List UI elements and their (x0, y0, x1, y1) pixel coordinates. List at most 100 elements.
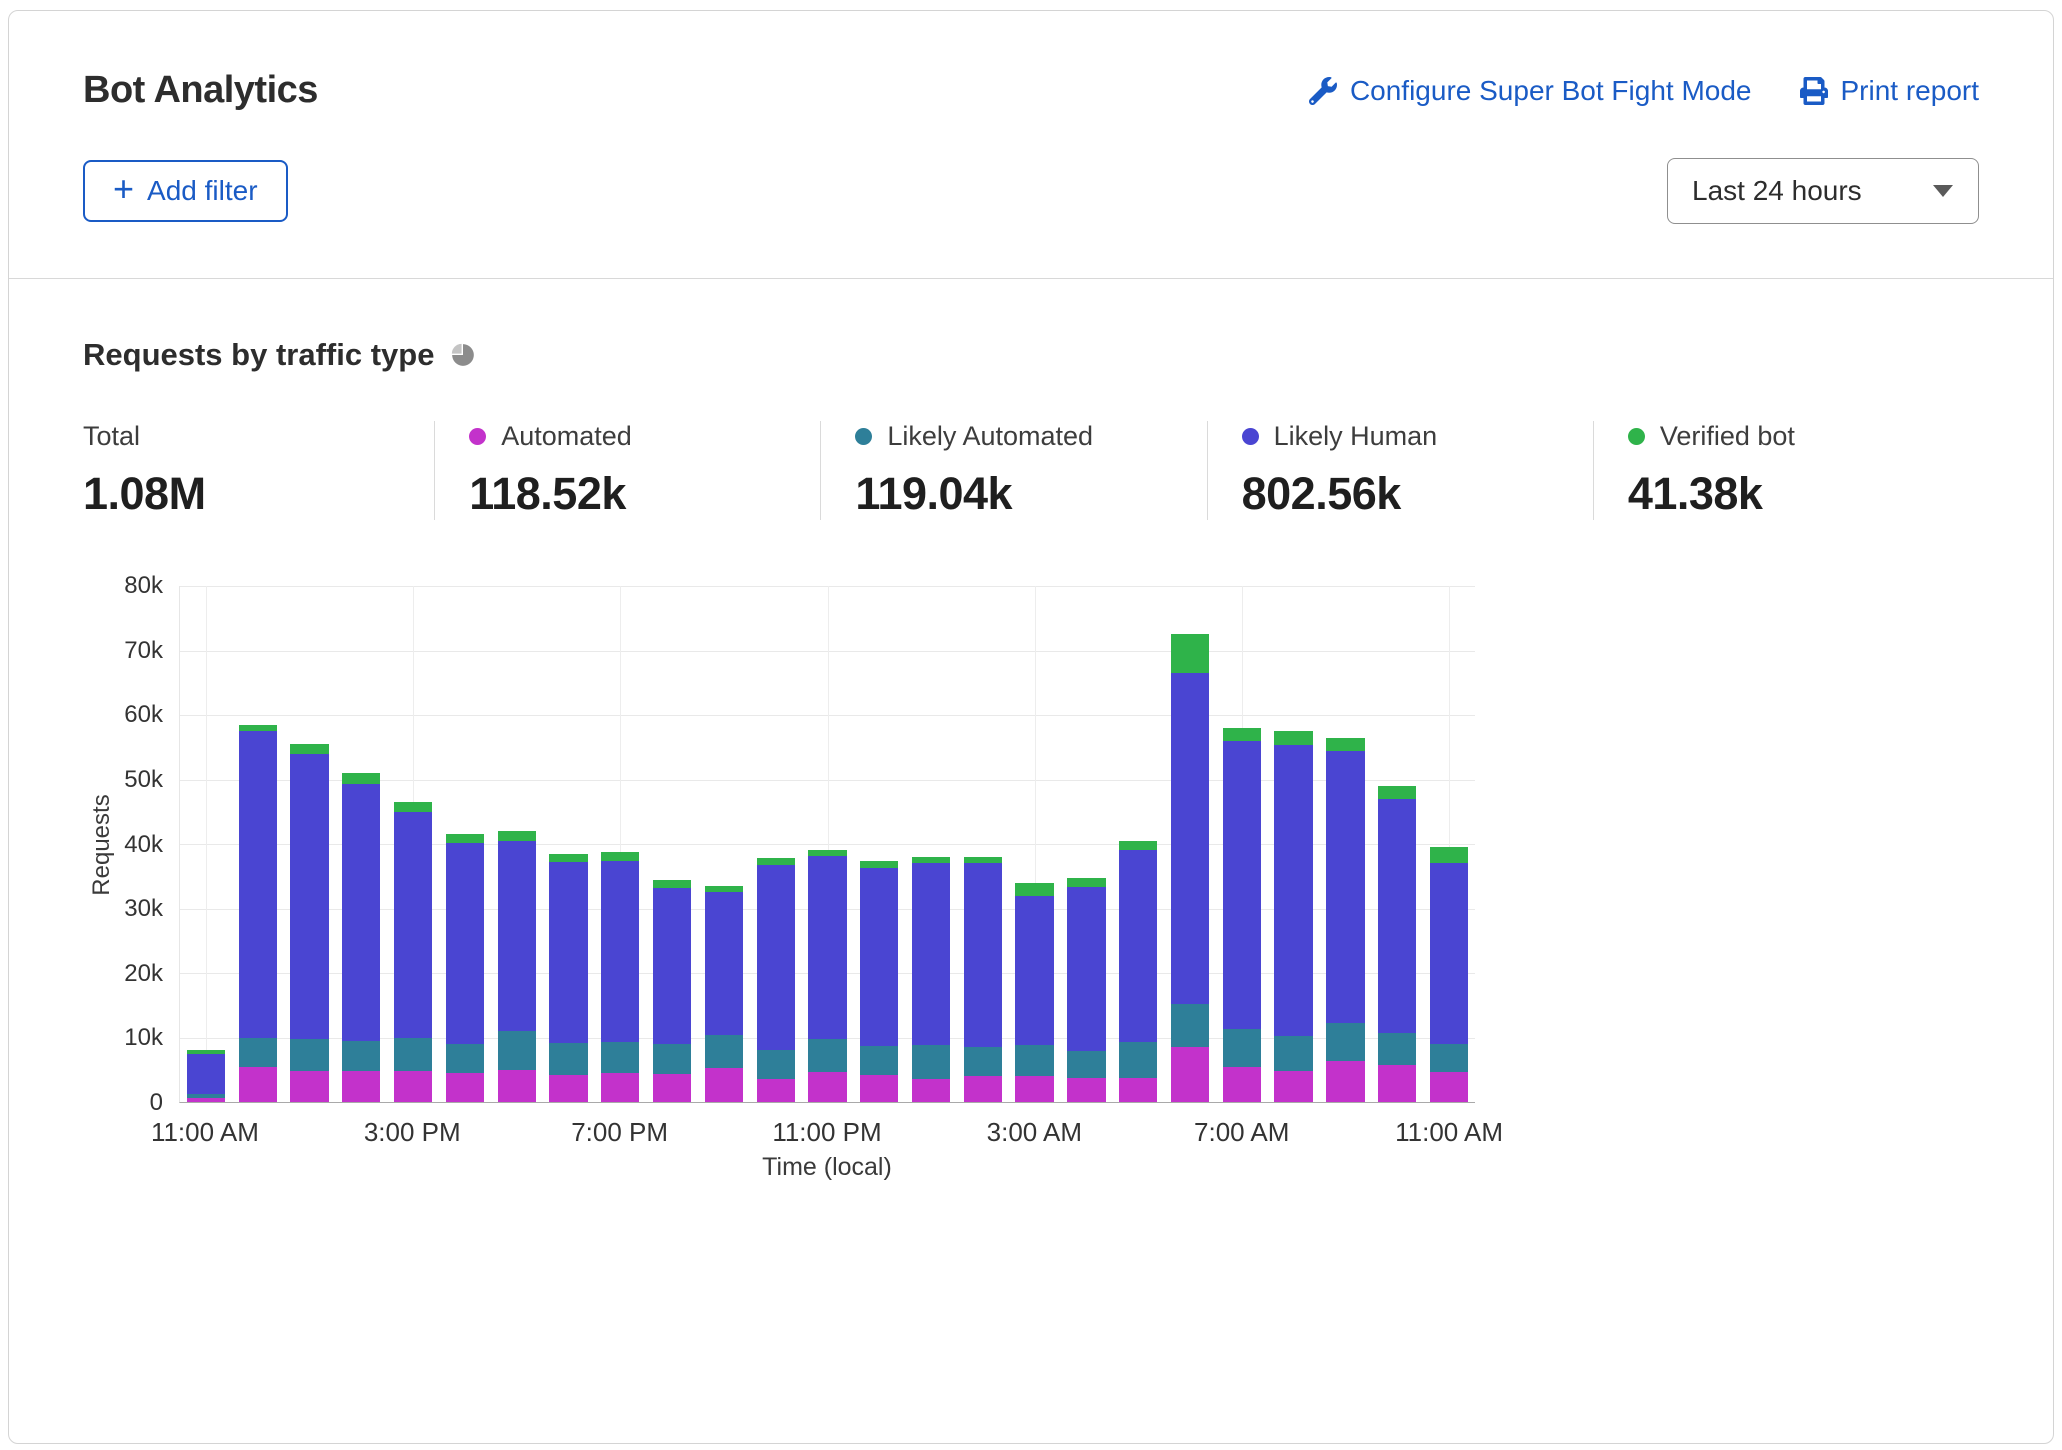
bar-segment-likely-human (549, 862, 587, 1043)
y-tick-label: 60k (124, 701, 163, 729)
stacked-bar[interactable] (342, 586, 380, 1102)
stacked-bar[interactable] (964, 586, 1002, 1102)
print-report-link[interactable]: Print report (1800, 75, 1980, 107)
time-range-select[interactable]: Last 24 hours (1667, 158, 1979, 224)
stacked-bar[interactable] (705, 586, 743, 1102)
bar-segment-verified-bot (1430, 847, 1468, 863)
bar-segment-likely-automated (1223, 1029, 1261, 1066)
stacked-bar[interactable] (1326, 586, 1364, 1102)
stacked-bar[interactable] (549, 586, 587, 1102)
bar-segment-verified-bot (342, 773, 380, 784)
bar-slot (1320, 586, 1372, 1102)
add-filter-label: Add filter (147, 175, 258, 207)
bar-segment-automated (239, 1067, 277, 1102)
stacked-bar[interactable] (1119, 586, 1157, 1102)
bar-segment-automated (187, 1098, 225, 1102)
stacked-bar[interactable] (1171, 586, 1209, 1102)
stat-total-label: Total (83, 421, 140, 452)
x-axis-title: Time (local) (179, 1153, 1475, 1182)
y-tick-label: 20k (124, 960, 163, 988)
bar-segment-likely-human (860, 868, 898, 1046)
bar-slot (853, 586, 905, 1102)
configure-super-bot-fight-mode-link[interactable]: Configure Super Bot Fight Mode (1309, 75, 1752, 107)
bar-segment-verified-bot (1378, 786, 1416, 799)
bar-segment-automated (757, 1079, 795, 1102)
stat-verified-bot: Verified bot 41.38k (1593, 421, 1979, 520)
stacked-bar[interactable] (394, 586, 432, 1102)
bar-segment-likely-automated (912, 1045, 950, 1079)
bar-segment-automated (290, 1071, 328, 1102)
stacked-bar[interactable] (1067, 586, 1105, 1102)
stats-row: Total 1.08M Automated 118.52k Likely Aut… (83, 421, 1979, 520)
stacked-bar[interactable] (757, 586, 795, 1102)
stacked-bar[interactable] (1223, 586, 1261, 1102)
stacked-bar[interactable] (808, 586, 846, 1102)
bar-segment-likely-automated (1119, 1042, 1157, 1077)
bar-segment-verified-bot (1274, 731, 1312, 745)
y-axis-ticks: 010k20k30k40k50k60k70k80k (121, 586, 179, 1103)
stacked-bar[interactable] (498, 586, 536, 1102)
stacked-bar[interactable] (601, 586, 639, 1102)
bar-segment-likely-human (1171, 673, 1209, 1004)
bar-segment-likely-human (290, 754, 328, 1039)
bar-segment-automated (1015, 1076, 1053, 1102)
bar-segment-automated (860, 1075, 898, 1102)
bar-segment-likely-automated (1067, 1051, 1105, 1078)
bar-segment-likely-human (601, 861, 639, 1042)
stat-likely-human-label: Likely Human (1274, 421, 1438, 452)
bar-segment-verified-bot (498, 831, 536, 841)
stat-automated-label: Automated (501, 421, 632, 452)
requests-by-traffic-type-section: Requests by traffic type Total 1.08M Aut… (9, 279, 2053, 1222)
pie-chart-icon (450, 342, 476, 368)
bar-segment-likely-automated (808, 1039, 846, 1071)
bar-slot (491, 586, 543, 1102)
bar-segment-automated (342, 1071, 380, 1102)
x-axis-ticks: 11:00 AM3:00 PM7:00 PM11:00 PM3:00 AM7:0… (179, 1103, 1475, 1151)
bar-segment-likely-human (757, 865, 795, 1051)
x-tick-label: 7:00 PM (571, 1117, 668, 1148)
stat-verified-bot-value: 41.38k (1628, 468, 1979, 520)
bar-segment-likely-automated (1171, 1004, 1209, 1047)
y-tick-label: 70k (124, 637, 163, 665)
bar-segment-likely-human (342, 784, 380, 1041)
bar-segment-likely-human (1015, 896, 1053, 1046)
bar-segment-automated (394, 1071, 432, 1102)
stat-total: Total 1.08M (83, 421, 434, 520)
x-tick-label: 3:00 AM (987, 1117, 1082, 1148)
stacked-bar[interactable] (1378, 586, 1416, 1102)
legend-dot-likely-human (1242, 428, 1259, 445)
stacked-bar[interactable] (239, 586, 277, 1102)
y-tick-label: 30k (124, 895, 163, 923)
bar-slot (698, 586, 750, 1102)
stacked-bar[interactable] (446, 586, 484, 1102)
bar-segment-verified-bot (394, 802, 432, 812)
bar-segment-likely-human (394, 812, 432, 1038)
stacked-bar[interactable] (1430, 586, 1468, 1102)
stacked-bar[interactable] (912, 586, 950, 1102)
stacked-bar[interactable] (860, 586, 898, 1102)
x-tick-label: 7:00 AM (1194, 1117, 1289, 1148)
bar-segment-automated (498, 1070, 536, 1102)
bar-segment-verified-bot (290, 744, 328, 754)
stat-likely-automated: Likely Automated 119.04k (820, 421, 1206, 520)
bot-analytics-card: Bot Analytics Configure Super Bot Fight … (8, 10, 2054, 1444)
stacked-bar[interactable] (653, 586, 691, 1102)
stacked-bar[interactable] (1015, 586, 1053, 1102)
bar-segment-likely-human (1067, 887, 1105, 1051)
bar-segment-likely-human (912, 863, 950, 1045)
bar-segment-verified-bot (1067, 878, 1105, 887)
stacked-bar[interactable] (1274, 586, 1312, 1102)
y-tick-label: 50k (124, 766, 163, 794)
stacked-bar[interactable] (290, 586, 328, 1102)
bar-segment-automated (1430, 1072, 1468, 1102)
bar-slot (594, 586, 646, 1102)
bar-segment-likely-automated (342, 1041, 380, 1071)
bar-segment-likely-automated (394, 1038, 432, 1072)
configure-link-label: Configure Super Bot Fight Mode (1350, 75, 1752, 107)
bar-segment-likely-automated (498, 1031, 536, 1070)
header-actions: Configure Super Bot Fight Mode Print rep… (1309, 69, 1979, 107)
bar-segment-likely-human (1223, 741, 1261, 1029)
stacked-bar[interactable] (187, 586, 225, 1102)
add-filter-button[interactable]: + Add filter (83, 160, 288, 222)
bar-segment-likely-human (446, 843, 484, 1044)
